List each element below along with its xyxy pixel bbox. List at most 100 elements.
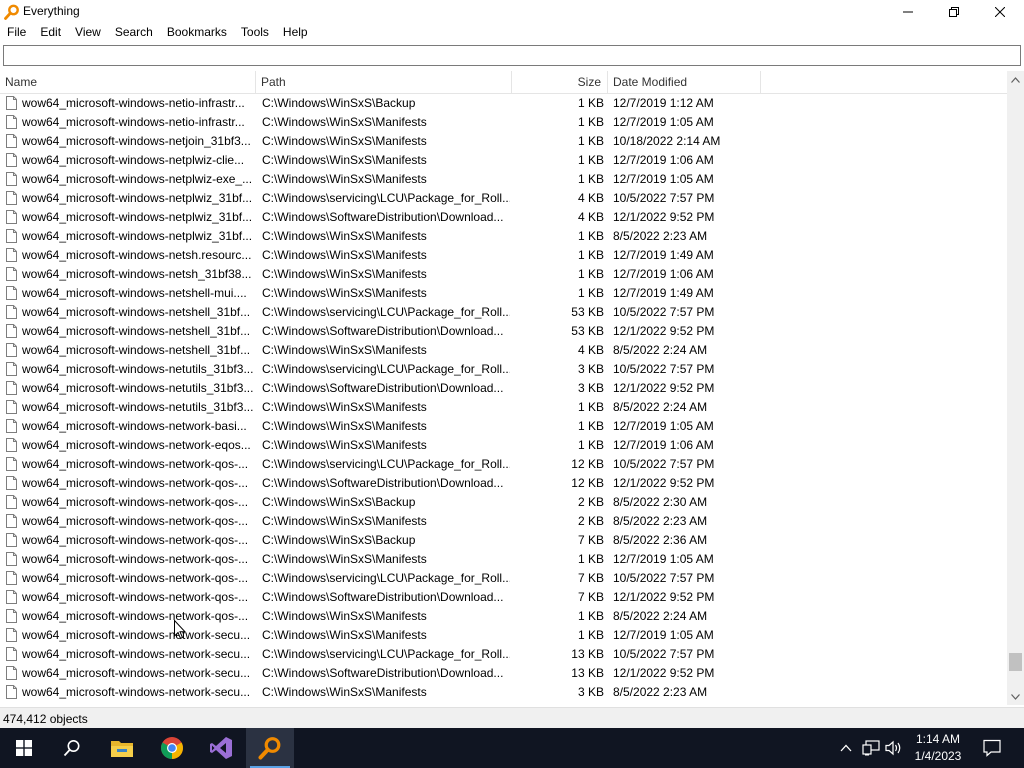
- table-row[interactable]: wow64_microsoft-windows-network-qos-... C…: [0, 455, 1007, 474]
- table-row[interactable]: wow64_microsoft-windows-network-qos-... C…: [0, 474, 1007, 493]
- table-row[interactable]: wow64_microsoft-windows-network-qos-... C…: [0, 607, 1007, 626]
- table-row[interactable]: wow64_microsoft-windows-netsh.resourc...…: [0, 246, 1007, 265]
- file-path: C:\Windows\WinSxS\Manifests: [262, 400, 427, 414]
- table-row[interactable]: wow64_microsoft-windows-netplwiz_31bf...…: [0, 208, 1007, 227]
- action-center-button[interactable]: [980, 728, 1004, 768]
- file-path: C:\Windows\WinSxS\Manifests: [262, 438, 427, 452]
- taskbar-chrome[interactable]: [148, 728, 196, 768]
- table-row[interactable]: wow64_microsoft-windows-network-eqos... C…: [0, 436, 1007, 455]
- table-row[interactable]: wow64_microsoft-windows-netio-infrastr..…: [0, 94, 1007, 113]
- table-row[interactable]: wow64_microsoft-windows-netplwiz_31bf...…: [0, 227, 1007, 246]
- file-name: wow64_microsoft-windows-network-basi...: [22, 419, 247, 433]
- file-date-modified: 12/1/2022 9:52 PM: [613, 381, 715, 395]
- column-headers: Name Path Size Date Modified: [0, 71, 1007, 94]
- network-status-button[interactable]: [861, 728, 881, 768]
- file-date-modified: 8/5/2022 2:30 AM: [613, 495, 708, 509]
- table-row[interactable]: wow64_microsoft-windows-network-qos-... C…: [0, 550, 1007, 569]
- file-path: C:\Windows\servicing\LCU\Package_for_Rol…: [262, 571, 510, 585]
- table-row[interactable]: wow64_microsoft-windows-network-qos-... C…: [0, 588, 1007, 607]
- vertical-scrollbar[interactable]: [1007, 71, 1024, 705]
- table-row[interactable]: wow64_microsoft-windows-netplwiz_31bf...…: [0, 189, 1007, 208]
- close-button[interactable]: [977, 0, 1023, 23]
- file-path: C:\Windows\WinSxS\Manifests: [262, 514, 427, 528]
- file-icon: [6, 343, 17, 357]
- file-path: C:\Windows\WinSxS\Manifests: [262, 153, 427, 167]
- table-row[interactable]: wow64_microsoft-windows-network-secu... C…: [0, 645, 1007, 664]
- volume-button[interactable]: [884, 728, 904, 768]
- table-row[interactable]: wow64_microsoft-windows-netutils_31bf3..…: [0, 398, 1007, 417]
- column-header-name[interactable]: Name: [0, 71, 256, 93]
- table-row[interactable]: wow64_microsoft-windows-netshell_31bf...…: [0, 341, 1007, 360]
- file-name: wow64_microsoft-windows-netutils_31bf3..…: [22, 362, 254, 376]
- table-row[interactable]: wow64_microsoft-windows-netshell-mui....…: [0, 284, 1007, 303]
- table-row[interactable]: wow64_microsoft-windows-netjoin_31bf3...…: [0, 132, 1007, 151]
- scroll-thumb[interactable]: [1009, 653, 1022, 671]
- file-icon: [6, 628, 17, 642]
- file-icon: [6, 115, 17, 129]
- menu-tools[interactable]: Tools: [234, 23, 276, 42]
- file-date-modified: 10/5/2022 7:57 PM: [613, 647, 715, 661]
- menu-search[interactable]: Search: [108, 23, 160, 42]
- title-bar[interactable]: Everything: [0, 0, 1024, 23]
- minimize-button[interactable]: [885, 0, 931, 23]
- show-hidden-icons-button[interactable]: [838, 728, 854, 768]
- table-row[interactable]: wow64_microsoft-windows-network-qos-... C…: [0, 569, 1007, 588]
- table-row[interactable]: wow64_microsoft-windows-netplwiz-clie...…: [0, 151, 1007, 170]
- search-box: [3, 45, 1021, 66]
- file-size: 1 KB: [577, 286, 604, 300]
- scroll-up-button[interactable]: [1007, 71, 1024, 88]
- file-size: 1 KB: [577, 628, 604, 642]
- taskbar-clock[interactable]: 1:14 AM 1/4/2023: [905, 731, 971, 765]
- column-header-date-modified[interactable]: Date Modified: [608, 71, 761, 93]
- table-row[interactable]: wow64_microsoft-windows-netsh_31bf38... C…: [0, 265, 1007, 284]
- table-row[interactable]: wow64_microsoft-windows-network-qos-... C…: [0, 493, 1007, 512]
- file-name: wow64_microsoft-windows-netjoin_31bf3...: [22, 134, 251, 148]
- table-row[interactable]: wow64_microsoft-windows-netutils_31bf3..…: [0, 379, 1007, 398]
- file-path: C:\Windows\WinSxS\Manifests: [262, 628, 427, 642]
- taskbar-search-button[interactable]: [48, 728, 96, 768]
- file-icon: [6, 609, 17, 623]
- column-header-path[interactable]: Path: [256, 71, 512, 93]
- table-row[interactable]: wow64_microsoft-windows-netshell_31bf...…: [0, 303, 1007, 322]
- table-row[interactable]: wow64_microsoft-windows-network-qos-... C…: [0, 531, 1007, 550]
- table-row[interactable]: wow64_microsoft-windows-netshell_31bf...…: [0, 322, 1007, 341]
- menu-view[interactable]: View: [68, 23, 108, 42]
- file-icon: [6, 552, 17, 566]
- file-size: 1 KB: [577, 134, 604, 148]
- file-icon: [6, 438, 17, 452]
- file-name: wow64_microsoft-windows-netio-infrastr..…: [22, 115, 245, 129]
- table-row[interactable]: wow64_microsoft-windows-netio-infrastr..…: [0, 113, 1007, 132]
- file-date-modified: 12/1/2022 9:52 PM: [613, 666, 715, 680]
- table-row[interactable]: wow64_microsoft-windows-network-secu... C…: [0, 683, 1007, 702]
- menu-edit[interactable]: Edit: [33, 23, 68, 42]
- menu-bookmarks[interactable]: Bookmarks: [160, 23, 234, 42]
- table-row[interactable]: wow64_microsoft-windows-network-qos-... C…: [0, 512, 1007, 531]
- search-input[interactable]: [4, 46, 1020, 65]
- table-row[interactable]: wow64_microsoft-windows-netplwiz-exe_...…: [0, 170, 1007, 189]
- file-date-modified: 12/7/2019 1:06 AM: [613, 153, 714, 167]
- start-button[interactable]: [0, 728, 48, 768]
- table-row[interactable]: wow64_microsoft-windows-netutils_31bf3..…: [0, 360, 1007, 379]
- table-row[interactable]: wow64_microsoft-windows-network-secu... C…: [0, 664, 1007, 683]
- file-date-modified: 8/5/2022 2:23 AM: [613, 685, 708, 699]
- file-name: wow64_microsoft-windows-network-qos-...: [22, 571, 249, 585]
- file-path: C:\Windows\WinSxS\Manifests: [262, 685, 427, 699]
- taskbar-file-explorer[interactable]: [98, 728, 146, 768]
- menu-help[interactable]: Help: [276, 23, 315, 42]
- file-icon: [6, 647, 17, 661]
- taskbar-visual-studio[interactable]: [197, 728, 245, 768]
- file-path: C:\Windows\WinSxS\Manifests: [262, 172, 427, 186]
- taskbar-everything[interactable]: [246, 728, 294, 768]
- column-header-size[interactable]: Size: [512, 71, 608, 93]
- file-name: wow64_microsoft-windows-network-qos-...: [22, 476, 249, 490]
- menu-file[interactable]: File: [0, 23, 33, 42]
- file-name: wow64_microsoft-windows-netutils_31bf3..…: [22, 381, 254, 395]
- restore-button[interactable]: [931, 0, 977, 23]
- file-size: 1 KB: [577, 172, 604, 186]
- table-row[interactable]: wow64_microsoft-windows-network-basi... C…: [0, 417, 1007, 436]
- file-name: wow64_microsoft-windows-network-qos-...: [22, 590, 249, 604]
- scroll-down-button[interactable]: [1007, 688, 1024, 705]
- file-name: wow64_microsoft-windows-netsh_31bf38...: [22, 267, 252, 281]
- file-date-modified: 10/5/2022 7:57 PM: [613, 305, 715, 319]
- table-row[interactable]: wow64_microsoft-windows-network-secu... C…: [0, 626, 1007, 645]
